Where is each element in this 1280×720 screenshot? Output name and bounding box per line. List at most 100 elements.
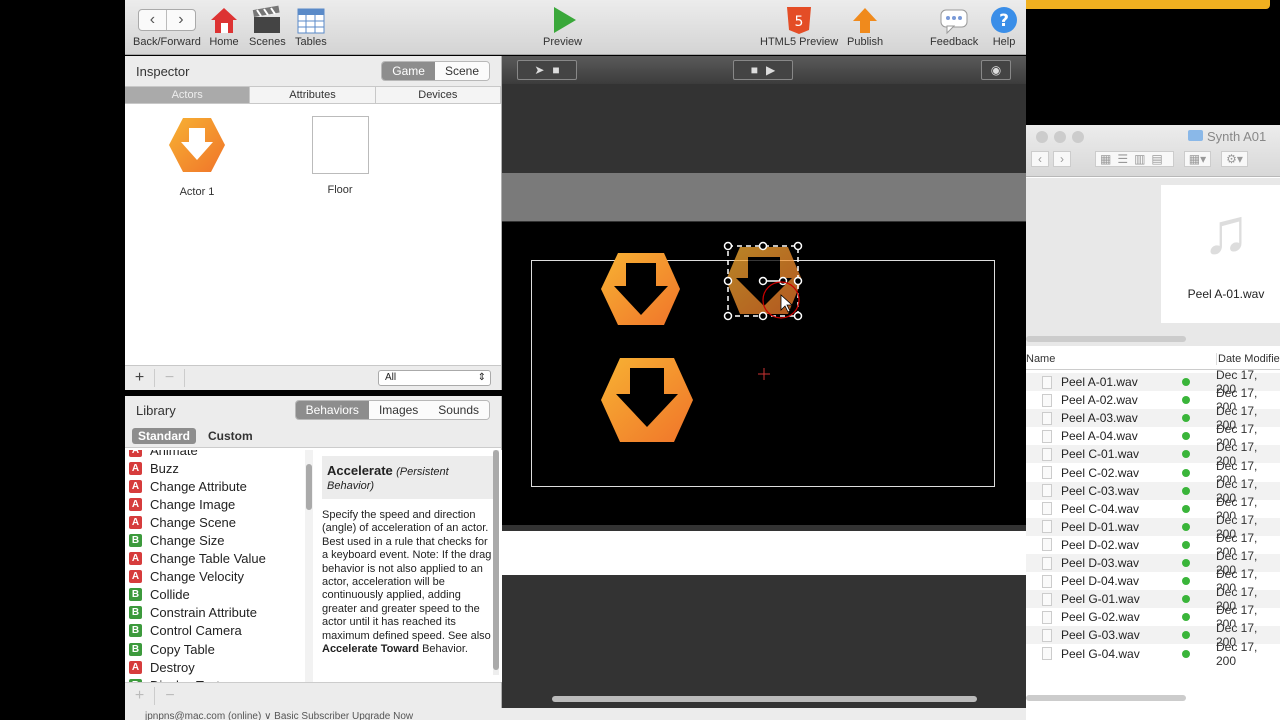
remove-actor-button[interactable]: − [155, 369, 185, 387]
scene-horizontal-scrollbar[interactable] [552, 696, 977, 702]
file-name: Peel D-02.wav [1061, 537, 1140, 552]
behavior-type-badge: B [129, 534, 142, 548]
tab-devices[interactable]: Devices [376, 87, 501, 103]
audio-file-icon [1042, 538, 1052, 552]
zoom-icon[interactable] [1072, 131, 1084, 143]
library-panel: Library Behaviors Images Sounds Standard… [125, 396, 502, 708]
tables-button[interactable]: Tables [295, 4, 327, 48]
actor-instance-1[interactable] [601, 253, 680, 325]
help-button[interactable]: ? Help [989, 4, 1019, 48]
file-name: Peel C-01.wav [1061, 447, 1140, 462]
floor-item[interactable]: Floor [300, 116, 380, 196]
file-name: Peel D-04.wav [1061, 574, 1140, 589]
behavior-item[interactable]: A Change Table Value [125, 550, 305, 568]
finder-back-icon[interactable]: ‹ [1031, 151, 1049, 167]
forward-arrow-icon[interactable]: › [167, 10, 195, 30]
behavior-item[interactable]: B Control Camera [125, 622, 305, 640]
file-name: Peel A-04.wav [1061, 429, 1138, 444]
arrange-icon[interactable]: ▦▾ [1183, 151, 1212, 167]
home-label: Home [209, 36, 239, 48]
col-name[interactable]: Name [1026, 353, 1055, 365]
behavior-item[interactable]: A Buzz [125, 459, 305, 477]
actor-filter-select[interactable]: All ⇕ [378, 370, 491, 386]
behavior-label: Change Scene [150, 514, 237, 530]
scenes-button[interactable]: Scenes [249, 4, 286, 48]
add-behavior-button[interactable]: + [125, 686, 155, 705]
file-name: Peel D-03.wav [1061, 556, 1140, 570]
desc-link[interactable]: Accelerate Toward [322, 643, 419, 655]
view-mode-icons[interactable]: ▦☰▥▤ [1095, 151, 1174, 167]
behavior-item[interactable]: B Constrain Attribute [125, 604, 305, 622]
remove-behavior-button[interactable]: − [155, 687, 185, 705]
actor-down-arrow-icon [169, 118, 225, 172]
finder-title-text: Synth A01 [1207, 129, 1267, 144]
audio-file-icon [1042, 466, 1052, 479]
desc-title: Accelerate [327, 463, 393, 478]
behavior-item[interactable]: A Change Scene [125, 513, 305, 531]
tab-images[interactable]: Images [368, 401, 429, 419]
home-button[interactable]: Home [209, 4, 239, 48]
layers-button[interactable]: ◉ [981, 60, 1011, 80]
behavior-type-badge: B [129, 642, 142, 656]
file-row[interactable]: Peel G-04.wav Dec 17, 200 [1026, 640, 1280, 668]
playback-controls[interactable]: ■ ▶ [733, 60, 793, 80]
behavior-item[interactable]: B Change Size [125, 531, 305, 549]
behavior-item[interactable]: A Change Attribute [125, 477, 305, 495]
audio-file-icon [1042, 375, 1052, 389]
behavior-label: Buzz [150, 460, 179, 476]
sync-status-icon [1182, 450, 1190, 459]
description-scrollbar[interactable] [493, 450, 499, 675]
tool-selector[interactable]: ➤ ■ [517, 60, 577, 80]
back-forward-control[interactable]: ‹ › Back/Forward [133, 4, 201, 48]
scene-center-marker [758, 368, 770, 380]
scene-actors [601, 241, 803, 442]
file-list-scrollbar[interactable] [1026, 695, 1186, 701]
sync-status-icon [1182, 649, 1190, 658]
preview-scrollbar[interactable] [1026, 336, 1186, 342]
back-arrow-icon[interactable]: ‹ [139, 10, 167, 30]
col-date[interactable]: Date Modifie [1216, 353, 1280, 365]
tab-standard[interactable]: Standard [132, 427, 197, 444]
audio-file-icon [1042, 502, 1052, 516]
html5-preview-button[interactable]: 5 HTML5 Preview [760, 4, 838, 48]
file-name: Peel C-04.wav [1061, 501, 1140, 516]
preview-button[interactable]: Preview [543, 4, 582, 48]
back-forward-label: Back/Forward [133, 36, 201, 48]
add-actor-button[interactable]: + [125, 369, 155, 387]
sync-status-icon [1182, 522, 1190, 531]
feedback-button[interactable]: Feedback [930, 4, 978, 48]
seg-game[interactable]: Game [382, 62, 435, 80]
sync-status-icon [1182, 577, 1190, 586]
tab-behaviors[interactable]: Behaviors [295, 401, 369, 419]
behavior-item[interactable]: A Change Image [125, 495, 305, 513]
stop-icon[interactable]: ■ [751, 63, 758, 77]
html5-badge-text: 5 [795, 14, 804, 30]
behavior-list-scrollbar[interactable] [305, 450, 313, 682]
audio-file-icon [1042, 484, 1052, 498]
seg-scene[interactable]: Scene [434, 62, 489, 80]
finder-forward-icon[interactable]: › [1053, 151, 1071, 167]
tab-sounds[interactable]: Sounds [428, 401, 489, 419]
behavior-item[interactable]: A Animate [125, 450, 305, 459]
html5-icon: 5 [784, 4, 814, 36]
gear-icon[interactable]: ⚙▾ [1221, 151, 1248, 167]
close-icon[interactable] [1036, 131, 1048, 143]
behavior-item[interactable]: B Collide [125, 586, 305, 604]
file-name: Peel C-02.wav [1061, 465, 1140, 480]
actor-instance-2[interactable] [601, 358, 693, 442]
camera-icon[interactable]: ■ [552, 63, 559, 77]
account-status[interactable]: jpnpns@mac.com (online) ∨ Basic Subscrib… [145, 711, 413, 720]
tab-custom[interactable]: Custom [202, 428, 259, 444]
minimize-icon[interactable] [1054, 131, 1066, 143]
actor-item[interactable]: Actor 1 [157, 116, 237, 198]
behavior-item[interactable]: A Change Velocity [125, 568, 305, 586]
pointer-icon[interactable]: ➤ [534, 63, 544, 77]
publish-button[interactable]: Publish [847, 4, 883, 48]
behavior-item[interactable]: A Destroy [125, 658, 305, 676]
tab-actors[interactable]: Actors [125, 87, 251, 103]
behavior-item[interactable]: B Copy Table [125, 640, 305, 658]
play-small-icon[interactable]: ▶ [766, 63, 775, 77]
tab-attributes[interactable]: Attributes [250, 87, 376, 103]
folder-icon [1188, 130, 1203, 141]
behavior-label: Change Attribute [150, 478, 247, 494]
